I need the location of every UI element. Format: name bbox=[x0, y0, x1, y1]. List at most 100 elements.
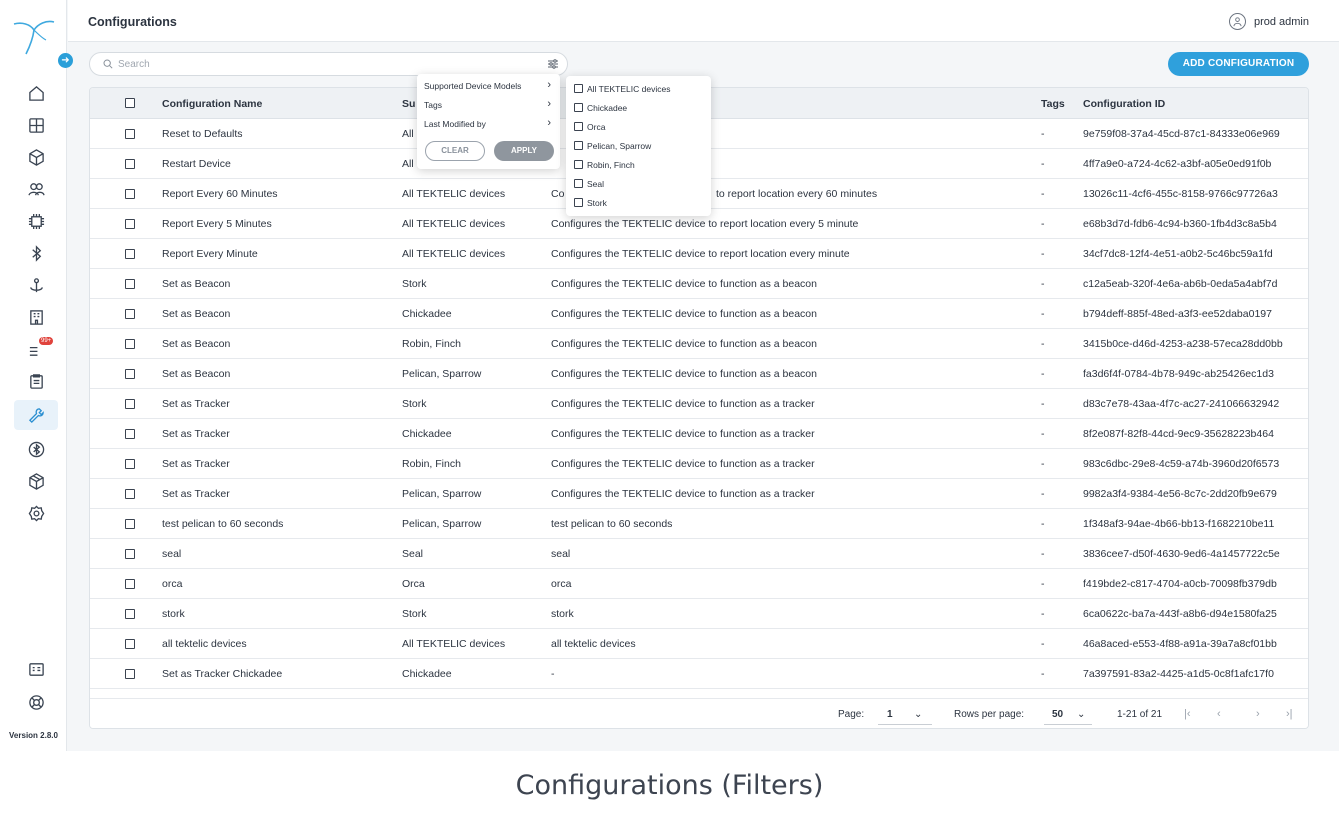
row-checkbox[interactable] bbox=[125, 609, 135, 619]
table-row[interactable]: Set as Tracker Robin, Finch Configures the… bbox=[90, 449, 1308, 479]
table-row[interactable]: Set as Beacon Pelican, Sparrow Configures … bbox=[90, 359, 1308, 389]
row-checkbox[interactable] bbox=[125, 429, 135, 439]
row-checkbox[interactable] bbox=[125, 309, 135, 319]
row-checkbox[interactable] bbox=[125, 459, 135, 469]
column-header-name[interactable]: Configuration Name bbox=[162, 98, 394, 110]
table-row[interactable]: Set as Beacon Stork Configures the TEKTELI… bbox=[90, 269, 1308, 299]
checkbox[interactable] bbox=[574, 179, 583, 188]
nav-bluetooth[interactable] bbox=[14, 238, 58, 268]
table-row[interactable]: Set as Tracker Stork Configures the TEKTEL… bbox=[90, 389, 1308, 419]
table-row[interactable]: Set as Beacon Chickadee Configures the TEK… bbox=[90, 299, 1308, 329]
table-row[interactable]: seal Seal seal - 3836cee7-d50f-4630-9ed6-4a1… bbox=[90, 539, 1308, 569]
row-checkbox[interactable] bbox=[125, 339, 135, 349]
table-row[interactable]: stork Stork stork - 6ca0622c-ba7a-443f-a8b6-… bbox=[90, 599, 1308, 629]
next-page-icon[interactable]: › bbox=[1256, 708, 1260, 720]
add-configuration-button[interactable]: ADD CONFIGURATION bbox=[1168, 52, 1309, 76]
cell-supported-models: Chickadee bbox=[402, 308, 452, 320]
wrench-icon bbox=[28, 407, 44, 423]
nav-users[interactable] bbox=[14, 174, 58, 204]
model-option[interactable]: All TEKTELIC devices bbox=[574, 84, 670, 94]
model-option[interactable]: Chickadee bbox=[574, 103, 627, 113]
nav-firmware[interactable] bbox=[14, 466, 58, 496]
page-select[interactable]: 1 ⌄ bbox=[878, 703, 932, 725]
rows-per-page-label: Rows per page: bbox=[954, 709, 1025, 720]
row-checkbox[interactable] bbox=[125, 669, 135, 679]
cell-supported-models: Chickadee bbox=[402, 668, 452, 680]
column-header-id[interactable]: Configuration ID bbox=[1083, 98, 1307, 110]
cell-configuration-id: 6ca0622c-ba7a-443f-a8b6-d94e1580fa25 bbox=[1083, 608, 1277, 620]
sidebar-collapse-button[interactable]: ➜ bbox=[58, 53, 73, 68]
table-row[interactable]: Set as Tracker Pelican, Sparrow Configures… bbox=[90, 479, 1308, 509]
checkbox[interactable] bbox=[574, 198, 583, 207]
prev-page-icon[interactable]: ‹ bbox=[1217, 708, 1221, 720]
cube-icon bbox=[28, 148, 44, 166]
row-checkbox[interactable] bbox=[125, 159, 135, 169]
filter-menu-item-supported-models[interactable]: Supported Device Models › bbox=[424, 79, 554, 91]
table-row[interactable]: test pelican to 60 seconds Pelican, Sparr… bbox=[90, 509, 1308, 539]
cell-description: Configures the TEKTELIC device to functi… bbox=[551, 488, 815, 500]
checkbox[interactable] bbox=[574, 84, 583, 93]
table-row[interactable]: orca Orca orca - f419bde2-c817-4704-a0cb-700… bbox=[90, 569, 1308, 599]
apply-filters-button[interactable]: APPLY bbox=[494, 141, 554, 161]
row-checkbox[interactable] bbox=[125, 219, 135, 229]
nav-docs[interactable] bbox=[14, 654, 58, 684]
nav-gateways[interactable] bbox=[14, 206, 58, 236]
table-row[interactable]: Report Every Minute All TEKTELIC devices C… bbox=[90, 239, 1308, 269]
pagination-range: 1-21 of 21 bbox=[1117, 709, 1163, 720]
row-checkbox[interactable] bbox=[125, 519, 135, 529]
nav-ble-devices[interactable] bbox=[14, 434, 58, 464]
model-option[interactable]: Stork bbox=[574, 198, 607, 208]
filter-menu-item-tags[interactable]: Tags › bbox=[424, 98, 554, 110]
cell-configuration-id: 3836cee7-d50f-4630-9ed6-4a1457722c5e bbox=[1083, 548, 1280, 560]
row-checkbox[interactable] bbox=[125, 279, 135, 289]
nav-settings[interactable] bbox=[14, 498, 58, 528]
checkbox[interactable] bbox=[574, 141, 583, 150]
select-all-checkbox[interactable] bbox=[125, 98, 135, 108]
nav-buildings[interactable] bbox=[14, 302, 58, 332]
filter-menu-item-last-modified[interactable]: Last Modified by › bbox=[424, 117, 554, 129]
checkbox[interactable] bbox=[574, 160, 583, 169]
table-row[interactable]: Set as Beacon Robin, Finch Configures the … bbox=[90, 329, 1308, 359]
filter-icon[interactable] bbox=[547, 58, 559, 70]
row-checkbox[interactable] bbox=[125, 489, 135, 499]
row-checkbox[interactable] bbox=[125, 639, 135, 649]
logo-icon[interactable] bbox=[12, 14, 56, 58]
checkbox[interactable] bbox=[574, 103, 583, 112]
row-checkbox[interactable] bbox=[125, 129, 135, 139]
nav-configurations[interactable] bbox=[14, 400, 58, 430]
search-input[interactable] bbox=[118, 56, 518, 72]
first-page-icon[interactable]: |‹ bbox=[1184, 708, 1191, 720]
cell-name: Set as Beacon bbox=[162, 338, 231, 350]
nav-tasks[interactable] bbox=[14, 366, 58, 396]
cell-tags: - bbox=[1041, 278, 1045, 290]
column-header-tags[interactable]: Tags bbox=[1041, 98, 1071, 110]
last-page-icon[interactable]: ›| bbox=[1286, 708, 1293, 720]
nav-devices[interactable] bbox=[14, 142, 58, 172]
clear-filters-button[interactable]: CLEAR bbox=[425, 141, 485, 161]
nav-dashboard[interactable] bbox=[14, 110, 58, 140]
nav-alarms[interactable]: 99+ bbox=[14, 334, 58, 364]
nav-anchors[interactable] bbox=[14, 270, 58, 300]
cell-tags: - bbox=[1041, 458, 1045, 470]
table-row[interactable]: all tektelic devices All TEKTELIC devices… bbox=[90, 629, 1308, 659]
row-checkbox[interactable] bbox=[125, 579, 135, 589]
model-option[interactable]: Seal bbox=[574, 179, 604, 189]
row-checkbox[interactable] bbox=[125, 369, 135, 379]
nav-home[interactable] bbox=[14, 78, 58, 108]
search-bar bbox=[89, 52, 568, 76]
rows-per-page-select[interactable]: 50 ⌄ bbox=[1044, 703, 1092, 725]
checkbox[interactable] bbox=[574, 122, 583, 131]
search-icon bbox=[103, 59, 113, 69]
model-option[interactable]: Pelican, Sparrow bbox=[574, 141, 651, 151]
row-checkbox[interactable] bbox=[125, 549, 135, 559]
package-icon bbox=[28, 472, 44, 490]
table-row[interactable]: Set as Tracker Chickadee Configures the TE… bbox=[90, 419, 1308, 449]
user-menu[interactable]: prod admin bbox=[1228, 13, 1309, 30]
nav-support[interactable] bbox=[14, 687, 58, 717]
row-checkbox[interactable] bbox=[125, 249, 135, 259]
model-option[interactable]: Orca bbox=[574, 122, 605, 132]
model-option[interactable]: Robin, Finch bbox=[574, 160, 635, 170]
table-row[interactable]: Set as Tracker Chickadee Chickadee - - 7a397… bbox=[90, 659, 1308, 689]
row-checkbox[interactable] bbox=[125, 189, 135, 199]
row-checkbox[interactable] bbox=[125, 399, 135, 409]
